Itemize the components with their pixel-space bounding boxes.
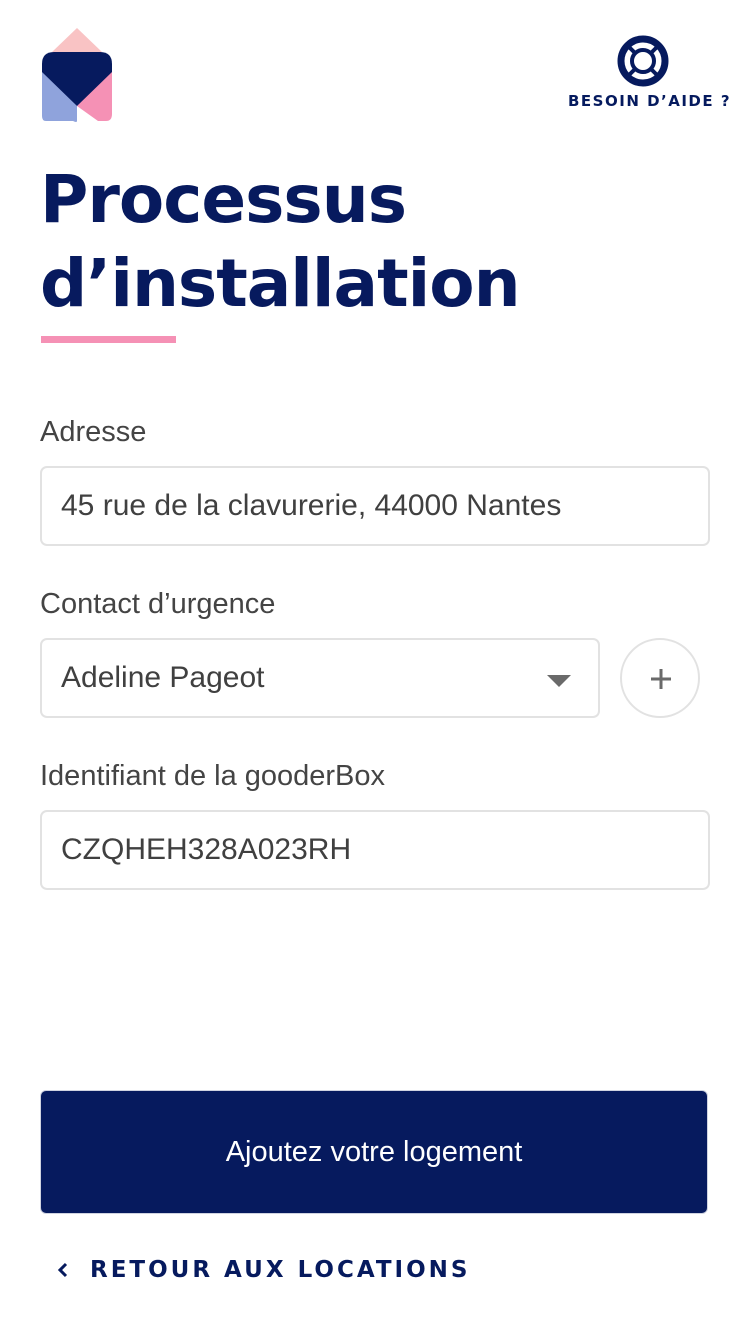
emergency-contact-value: Adeline Pageot <box>61 661 265 694</box>
page-title-line-2: d’installation <box>40 245 521 322</box>
help-label: BESOIN D’AIDE ? <box>568 92 732 110</box>
box-id-label: Identifiant de la gooderBox <box>40 760 386 792</box>
emergency-contact-label: Contact d’urgence <box>40 588 276 620</box>
add-contact-button[interactable] <box>620 638 700 718</box>
plus-icon <box>651 669 671 689</box>
chevron-left-icon <box>57 1262 68 1278</box>
address-value: 45 rue de la clavurerie, 44000 Nantes <box>61 489 562 522</box>
title-underline <box>41 336 176 343</box>
emergency-contact-select[interactable]: Adeline Pageot <box>40 638 600 718</box>
box-id-input[interactable]: CZQHEH328A023RH <box>40 810 710 890</box>
logo-icon <box>42 28 112 122</box>
app-logo <box>40 26 114 124</box>
page-title-line-1: Processus <box>40 161 407 238</box>
back-to-rentals-label: RETOUR AUX LOCATIONS <box>90 1257 471 1283</box>
address-label: Adresse <box>40 416 147 448</box>
back-to-rentals-link[interactable]: RETOUR AUX LOCATIONS <box>56 1250 470 1290</box>
page-title: Processus d’installation <box>40 158 720 326</box>
add-housing-button[interactable]: Ajoutez votre logement <box>40 1090 708 1214</box>
box-id-value: CZQHEH328A023RH <box>61 833 352 866</box>
chevron-down-icon <box>547 675 571 687</box>
lifebuoy-icon <box>617 35 669 87</box>
help-button[interactable]: BESOIN D’AIDE ? <box>568 34 732 110</box>
address-input[interactable]: 45 rue de la clavurerie, 44000 Nantes <box>40 466 710 546</box>
add-housing-button-label: Ajoutez votre logement <box>225 1136 523 1168</box>
